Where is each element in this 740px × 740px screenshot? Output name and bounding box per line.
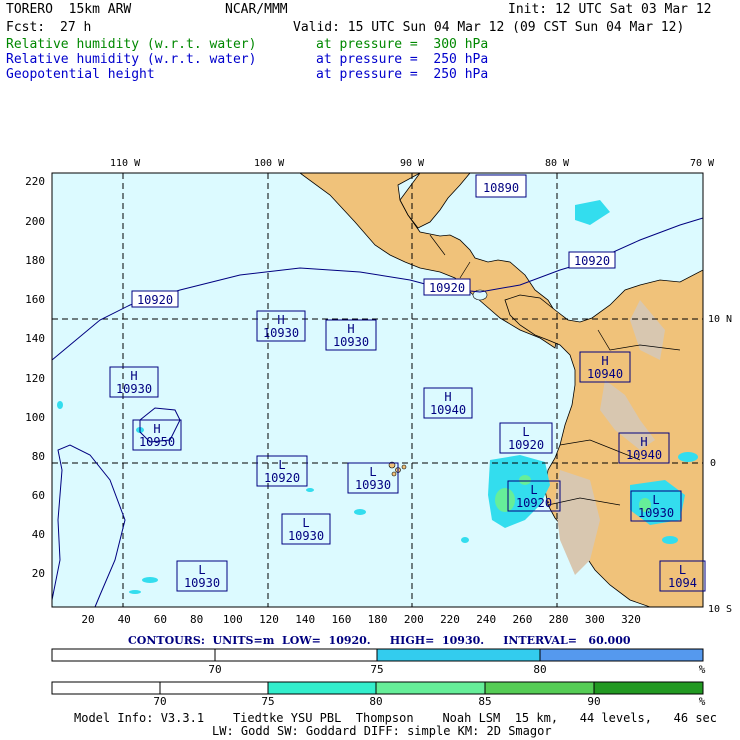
colorbar2-tick: 75 — [261, 695, 274, 708]
colorbar2-tick: 85 — [478, 695, 491, 708]
colorbar-300hpa — [51, 681, 704, 695]
colorbar1-tick: 75 — [370, 663, 383, 676]
colorbar2-tick: 70 — [153, 695, 166, 708]
model-info-line1: Model Info: V3.3.1 Tiedtke YSU PBL Thomp… — [74, 711, 717, 725]
colorbar2-unit: % — [699, 695, 706, 708]
colorbar1-tick: 70 — [208, 663, 221, 676]
colorbar2-tick: 80 — [369, 695, 382, 708]
model-info-line2: LW: Godd SW: Goddard DIFF: simple KM: 2D… — [212, 724, 552, 738]
colorbar1-tick: 80 — [533, 663, 546, 676]
colorbar2-tick: 90 — [587, 695, 600, 708]
colorbars: 70 75 80 % 70 75 80 85 90 % — [51, 648, 706, 708]
colorbar-250hpa — [51, 648, 704, 662]
colorbar1-unit: % — [699, 663, 706, 676]
